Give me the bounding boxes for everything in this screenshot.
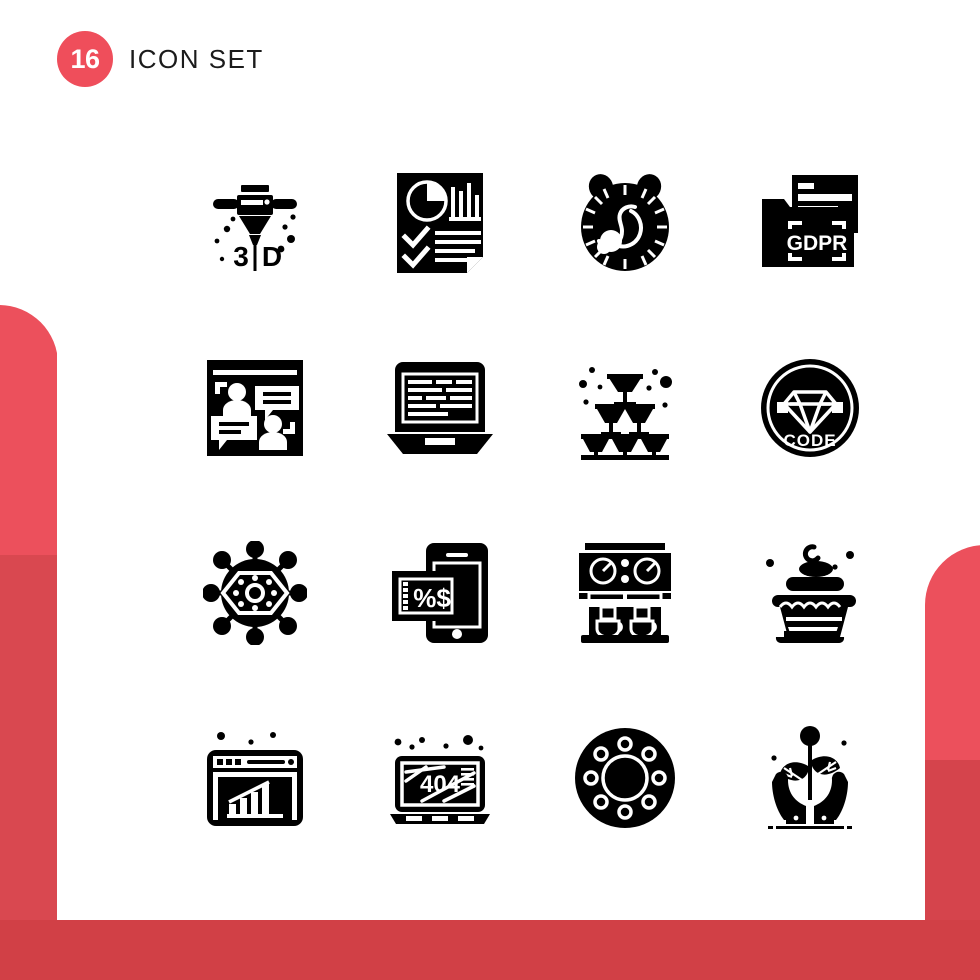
svg-text:D: D [261, 241, 281, 272]
svg-text:GDPR: GDPR [786, 232, 847, 255]
decorative-shape-left-dark [0, 555, 58, 980]
icon-set-canvas: 16 ICON SET 3 D GDPR CODE %$ 404 [0, 0, 980, 980]
icon-cell-champagne-tower[interactable] [532, 315, 717, 500]
icon-cell-laptop-error-404[interactable]: 404 [347, 685, 532, 870]
icon-count-badge: 16 [57, 31, 113, 87]
icon-cell-nanotechnology-network[interactable] [162, 500, 347, 685]
icon-cell-cupcake[interactable] [717, 500, 902, 685]
svg-text:3: 3 [233, 241, 249, 272]
icon-cell-gdpr-folder[interactable]: GDPR [717, 130, 902, 315]
svg-text:CODE: CODE [783, 431, 836, 450]
icon-cell-hands-plant[interactable] [717, 685, 902, 870]
icon-cell-circular-dial[interactable] [532, 685, 717, 870]
svg-text:%$: %$ [413, 583, 451, 613]
icon-cell-pregnancy-clock[interactable] [532, 130, 717, 315]
icon-cell-report-document[interactable] [347, 130, 532, 315]
icon-grid: 3 D GDPR CODE %$ 404 [162, 130, 902, 870]
icon-cell-3d-printer[interactable]: 3 D [162, 130, 347, 315]
icon-cell-diamond-code-badge[interactable]: CODE [717, 315, 902, 500]
icon-cell-group-chat-window[interactable] [162, 315, 347, 500]
page-title: ICON SET [129, 43, 264, 74]
icon-cell-laptop-code[interactable] [347, 315, 532, 500]
content-card: 16 ICON SET 3 D GDPR CODE %$ 404 [57, 0, 925, 920]
header: 16 ICON SET [57, 28, 264, 90]
svg-text:404: 404 [419, 771, 460, 798]
icon-cell-browser-analytics[interactable] [162, 685, 347, 870]
decorative-shape-bottom [0, 920, 980, 980]
icon-cell-mobile-discount[interactable]: %$ [347, 500, 532, 685]
icon-cell-espresso-machine[interactable] [532, 500, 717, 685]
